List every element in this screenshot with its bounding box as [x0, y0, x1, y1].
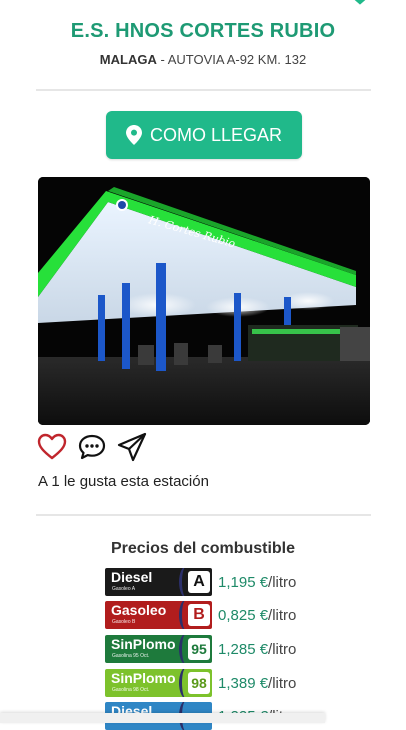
fuel-price-value: 1,195 €: [218, 573, 269, 591]
divider-top: [36, 89, 371, 91]
fuel-grade: 98: [188, 672, 210, 694]
fuel-badge: SinPlomo Gasolina 95 Oct. 95: [105, 635, 212, 663]
fuel-price: 1,285 €/litro: [218, 641, 296, 658]
fuel-badge: Gasoleo Gasoleo B B: [105, 601, 212, 629]
fuel-row-sinplomo-98: SinPlomo Gasolina 98 Oct. 98 1,389 €/lit…: [105, 669, 296, 697]
fuel-subname: Gasoleo B: [112, 619, 136, 625]
station-photo: H. Cortes Rubio: [38, 177, 370, 425]
prices-title: Precios del combustible: [110, 540, 296, 557]
likes-count: A 1 le gusta esta estación: [38, 473, 209, 490]
location-pin-icon: [125, 125, 142, 145]
action-bar: [37, 432, 147, 462]
fuel-grade: 95: [188, 638, 210, 660]
fuel-price-value: 1,389 €: [218, 674, 269, 692]
fuel-row-sinplomo-95: SinPlomo Gasolina 95 Oct. 95 1,285 €/lit…: [105, 635, 296, 663]
fuel-price-value: 0,825 €: [218, 606, 269, 624]
divider-middle: [36, 514, 371, 516]
station-street: AUTOVIA A-92 KM. 132: [167, 52, 307, 67]
fuel-row-gasoleo-b: Gasoleo Gasoleo B B 0,825 €/litro: [105, 601, 296, 629]
fuel-badge: Diesel Gasoleo A A: [105, 568, 212, 596]
fuel-price: 1,389 €/litro: [218, 675, 296, 692]
fuel-price-unit: /litro: [268, 674, 297, 692]
comment-icon[interactable]: [77, 432, 107, 462]
close-icon[interactable]: [338, 0, 382, 10]
station-city: MALAGA: [99, 52, 157, 67]
station-address: MALAGA - AUTOVIA A-92 KM. 132: [0, 52, 406, 67]
directions-button-label: COMO LLEGAR: [149, 124, 283, 145]
fuel-price: 1,195 €/litro: [218, 574, 296, 591]
fuel-name: Diesel: [111, 569, 153, 585]
station-name: E.S. HNOS CORTES RUBIO: [70, 20, 336, 42]
fuel-price: 0,825 €/litro: [218, 607, 296, 624]
address-separator: -: [156, 52, 168, 67]
fuel-name: SinPlomo: [111, 670, 176, 686]
send-icon[interactable]: [117, 432, 147, 462]
fuel-price-value: 1,285 €: [218, 640, 269, 658]
fuel-subname: Gasolina 95 Oct.: [112, 653, 150, 659]
fuel-name: Gasoleo: [111, 602, 167, 618]
fuel-price-unit: /litro: [268, 640, 297, 658]
fuel-grade: B: [188, 604, 210, 626]
fuel-name: SinPlomo: [111, 636, 176, 652]
fuel-subname: Gasolina 98 Oct.: [112, 687, 150, 693]
fuel-price-unit: /litro: [268, 573, 297, 591]
fuel-grade: A: [188, 571, 210, 593]
fuel-badge: SinPlomo Gasolina 98 Oct. 98: [105, 669, 212, 697]
fuel-price-unit: /litro: [268, 606, 297, 624]
fuel-subname: Gasoleo A: [112, 586, 136, 592]
fuel-row-diesel-a: Diesel Gasoleo A A 1,195 €/litro: [105, 568, 296, 596]
bottom-sheet-edge: [0, 713, 325, 723]
heart-icon[interactable]: [37, 432, 67, 462]
directions-button[interactable]: COMO LLEGAR: [106, 111, 302, 159]
